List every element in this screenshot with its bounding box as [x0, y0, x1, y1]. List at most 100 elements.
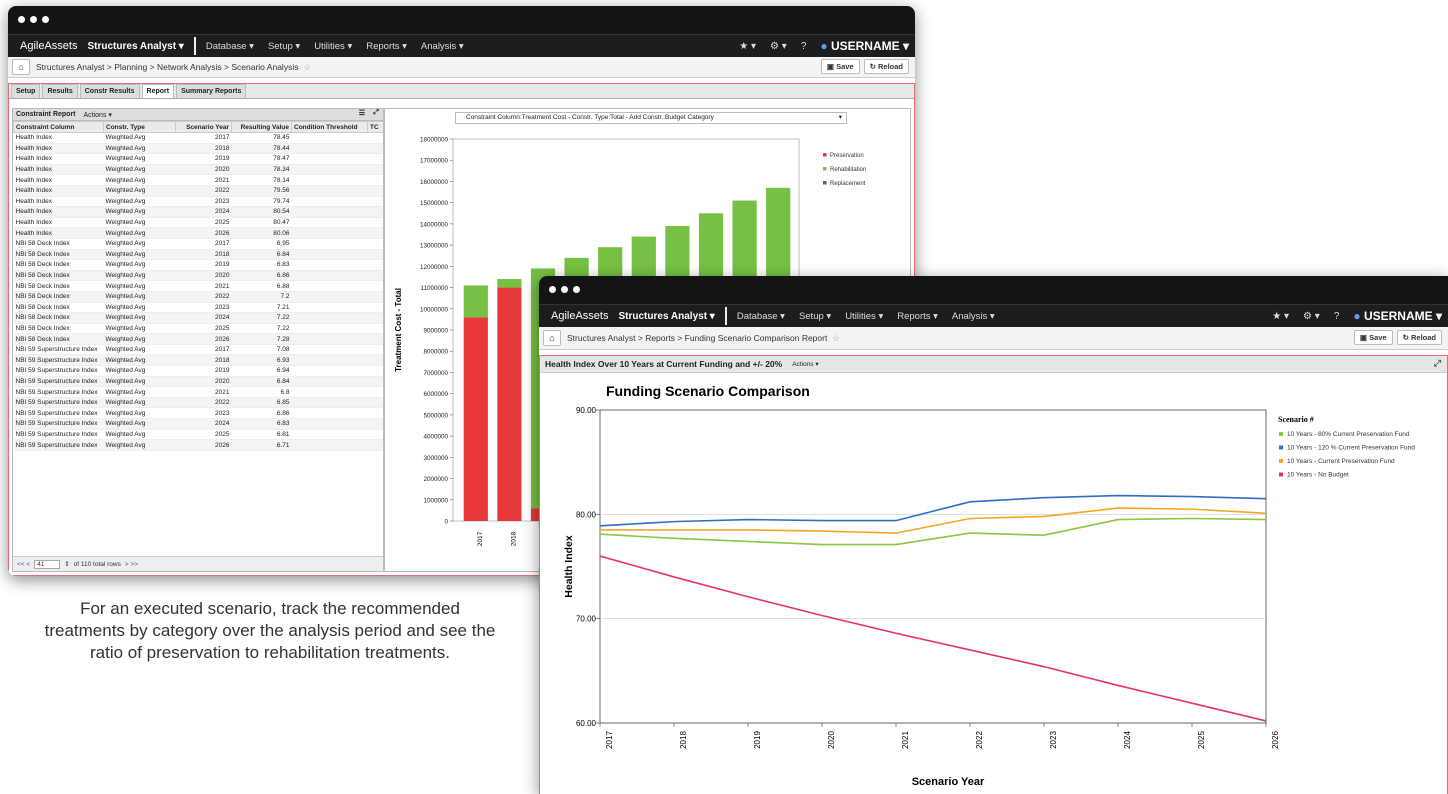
- pager-first-prev[interactable]: << <: [17, 561, 30, 568]
- panel-actions-menu[interactable]: Actions ▾: [792, 360, 818, 368]
- pager-page-input[interactable]: 41: [34, 559, 61, 569]
- menu-database[interactable]: Database ▾: [206, 41, 254, 52]
- favorites-star-icon[interactable]: ★ ▾: [1272, 311, 1289, 322]
- table-row[interactable]: NBI 58 Deck Index Weighted Avg 2026 7.28: [13, 333, 383, 345]
- table-row[interactable]: NBI 58 Deck Index Weighted Avg 2024 7.22: [13, 312, 383, 324]
- table-row[interactable]: Health Index Weighted Avg 2026 80.06: [13, 227, 383, 239]
- list-view-icon[interactable]: ☰: [359, 109, 365, 117]
- gear-icon[interactable]: ⚙ ▾: [770, 41, 787, 52]
- table-row[interactable]: NBI 58 Deck Index Weighted Avg 2018 6.84: [13, 249, 383, 261]
- favorites-star-icon[interactable]: ★ ▾: [739, 41, 756, 52]
- tab-results[interactable]: Results: [42, 84, 78, 98]
- table-row[interactable]: NBI 59 Superstructure Index Weighted Avg 2…: [13, 397, 383, 409]
- table-row[interactable]: NBI 58 Deck Index Weighted Avg 2022 7.2: [13, 291, 383, 303]
- table-row[interactable]: NBI 59 Superstructure Index Weighted Avg 2…: [13, 344, 383, 356]
- user-menu[interactable]: ● USERNAME ▾: [820, 39, 909, 53]
- expand-icon[interactable]: ⤢: [1434, 358, 1441, 369]
- favorite-star-icon[interactable]: ☆: [303, 62, 311, 73]
- table-cell: [367, 323, 383, 335]
- reload-button[interactable]: ↻ Reload: [863, 59, 909, 74]
- home-icon[interactable]: ⌂: [12, 59, 30, 75]
- table-row[interactable]: NBI 59 Superstructure Index Weighted Avg 2…: [13, 407, 383, 420]
- menu-setup[interactable]: Setup ▾: [268, 41, 300, 52]
- menu-utilities[interactable]: Utilities ▾: [845, 311, 883, 322]
- table-row[interactable]: Health Index Weighted Avg 2025 80.47: [13, 217, 383, 229]
- window-close-dot[interactable]: [549, 286, 556, 293]
- table-row[interactable]: Health Index Weighted Avg 2020 78.34: [13, 164, 383, 176]
- legend-label: 10 Years - No Budget: [1287, 472, 1349, 479]
- window-zoom-dot[interactable]: [573, 286, 580, 293]
- breadcrumb-bar: ⌂ Structures Analyst > Reports > Funding…: [539, 327, 1448, 350]
- expand-icon[interactable]: ⤢: [373, 109, 379, 117]
- help-icon[interactable]: ?: [801, 41, 807, 52]
- tab-setup[interactable]: Setup: [11, 84, 41, 98]
- module-menu[interactable]: Structures Analyst ▾: [618, 311, 714, 322]
- table-row[interactable]: Health Index Weighted Avg 2017 78.45: [13, 132, 383, 144]
- table-row[interactable]: Health Index Weighted Avg 2021 78.14: [13, 174, 383, 186]
- window-minimize-dot[interactable]: [30, 16, 37, 23]
- table-row[interactable]: NBI 58 Deck Index Weighted Avg 2023 7.21: [13, 302, 383, 314]
- table-row[interactable]: Health Index Weighted Avg 2023 79.74: [13, 196, 383, 208]
- column-header[interactable]: Constraint Column: [13, 121, 104, 133]
- help-icon[interactable]: ?: [1334, 311, 1340, 322]
- table-row[interactable]: NBI 58 Deck Index Weighted Avg 2025 7.22: [13, 323, 383, 335]
- module-menu[interactable]: Structures Analyst ▾: [87, 41, 183, 52]
- column-header[interactable]: Resulting Value: [231, 121, 292, 133]
- column-header[interactable]: Scenario Year: [175, 121, 232, 133]
- window-titlebar: [539, 276, 1448, 304]
- table-cell: Weighted Avg: [103, 164, 176, 176]
- table-cell: Weighted Avg: [103, 418, 176, 430]
- table-cell: Health Index: [13, 143, 104, 155]
- table-row[interactable]: NBI 58 Deck Index Weighted Avg 2019 6.83: [13, 259, 383, 271]
- grid-actions-menu[interactable]: Actions ▾: [84, 111, 112, 119]
- gear-icon[interactable]: ⚙ ▾: [1303, 311, 1320, 322]
- table-row[interactable]: NBI 59 Superstructure Index Weighted Avg 2…: [13, 365, 383, 377]
- save-button[interactable]: ▣ Save: [820, 59, 860, 74]
- menu-reports[interactable]: Reports ▾: [897, 311, 938, 322]
- menu-reports[interactable]: Reports ▾: [366, 41, 407, 52]
- table-cell: Health Index: [13, 132, 104, 144]
- save-button[interactable]: ▣ Save: [1353, 330, 1393, 345]
- pager-spinner-icon[interactable]: ⇕: [64, 560, 69, 568]
- menu-analysis[interactable]: Analysis ▾: [421, 41, 464, 52]
- table-cell: NBI 58 Deck Index: [13, 291, 104, 303]
- user-menu[interactable]: ● USERNAME ▾: [1353, 309, 1442, 323]
- tab-constr-results[interactable]: Constr Results: [79, 84, 140, 98]
- table-cell: 6.84: [231, 376, 292, 388]
- table-row[interactable]: Health Index Weighted Avg 2018 78.44: [13, 143, 383, 155]
- table-cell: [291, 132, 368, 144]
- pager-next-last[interactable]: > >>: [125, 561, 138, 568]
- reload-button[interactable]: ↻ Reload: [1396, 330, 1442, 345]
- column-header[interactable]: TC: [367, 121, 383, 133]
- table-row[interactable]: NBI 58 Deck Index Weighted Avg 2020 6.86: [13, 270, 383, 282]
- home-icon[interactable]: ⌂: [543, 330, 561, 346]
- favorite-star-icon[interactable]: ☆: [832, 333, 840, 344]
- table-row[interactable]: NBI 58 Deck Index Weighted Avg 2021 6.88: [13, 280, 383, 292]
- menu-utilities[interactable]: Utilities ▾: [314, 41, 352, 52]
- menu-analysis[interactable]: Analysis ▾: [952, 311, 995, 322]
- table-row[interactable]: Health Index Weighted Avg 2019 78.47: [13, 153, 383, 165]
- table-cell: [367, 270, 383, 282]
- window-zoom-dot[interactable]: [42, 16, 49, 23]
- window-close-dot[interactable]: [18, 16, 25, 23]
- column-header[interactable]: Constr. Type: [103, 121, 176, 133]
- table-row[interactable]: NBI 59 Superstructure Index Weighted Avg 2…: [13, 376, 383, 388]
- menu-database[interactable]: Database ▾: [737, 311, 785, 322]
- table-row[interactable]: NBI 59 Superstructure Index Weighted Avg 2…: [13, 429, 383, 441]
- table-cell: [367, 365, 383, 377]
- table-row[interactable]: NBI 59 Superstructure Index Weighted Avg 2…: [13, 439, 383, 451]
- legend-label: Preservation: [830, 153, 864, 159]
- table-row[interactable]: Health Index Weighted Avg 2022 79.56: [13, 185, 383, 197]
- table-cell: Weighted Avg: [103, 174, 176, 186]
- table-row[interactable]: Health Index Weighted Avg 2024 80.54: [13, 206, 383, 218]
- table-row[interactable]: NBI 59 Superstructure Index Weighted Avg 2…: [13, 386, 383, 398]
- table-row[interactable]: NBI 58 Deck Index Weighted Avg 2017 6.95: [13, 238, 383, 250]
- tab-summary-reports[interactable]: Summary Reports: [176, 84, 247, 98]
- window-minimize-dot[interactable]: [561, 286, 568, 293]
- x-tick-label: 2023: [1049, 731, 1058, 749]
- tab-report[interactable]: Report: [141, 84, 175, 98]
- table-row[interactable]: NBI 59 Superstructure Index Weighted Avg 2…: [13, 418, 383, 430]
- table-row[interactable]: NBI 59 Superstructure Index Weighted Avg 2…: [13, 354, 383, 367]
- menu-setup[interactable]: Setup ▾: [799, 311, 831, 322]
- column-header[interactable]: Condition Threshold: [291, 121, 368, 133]
